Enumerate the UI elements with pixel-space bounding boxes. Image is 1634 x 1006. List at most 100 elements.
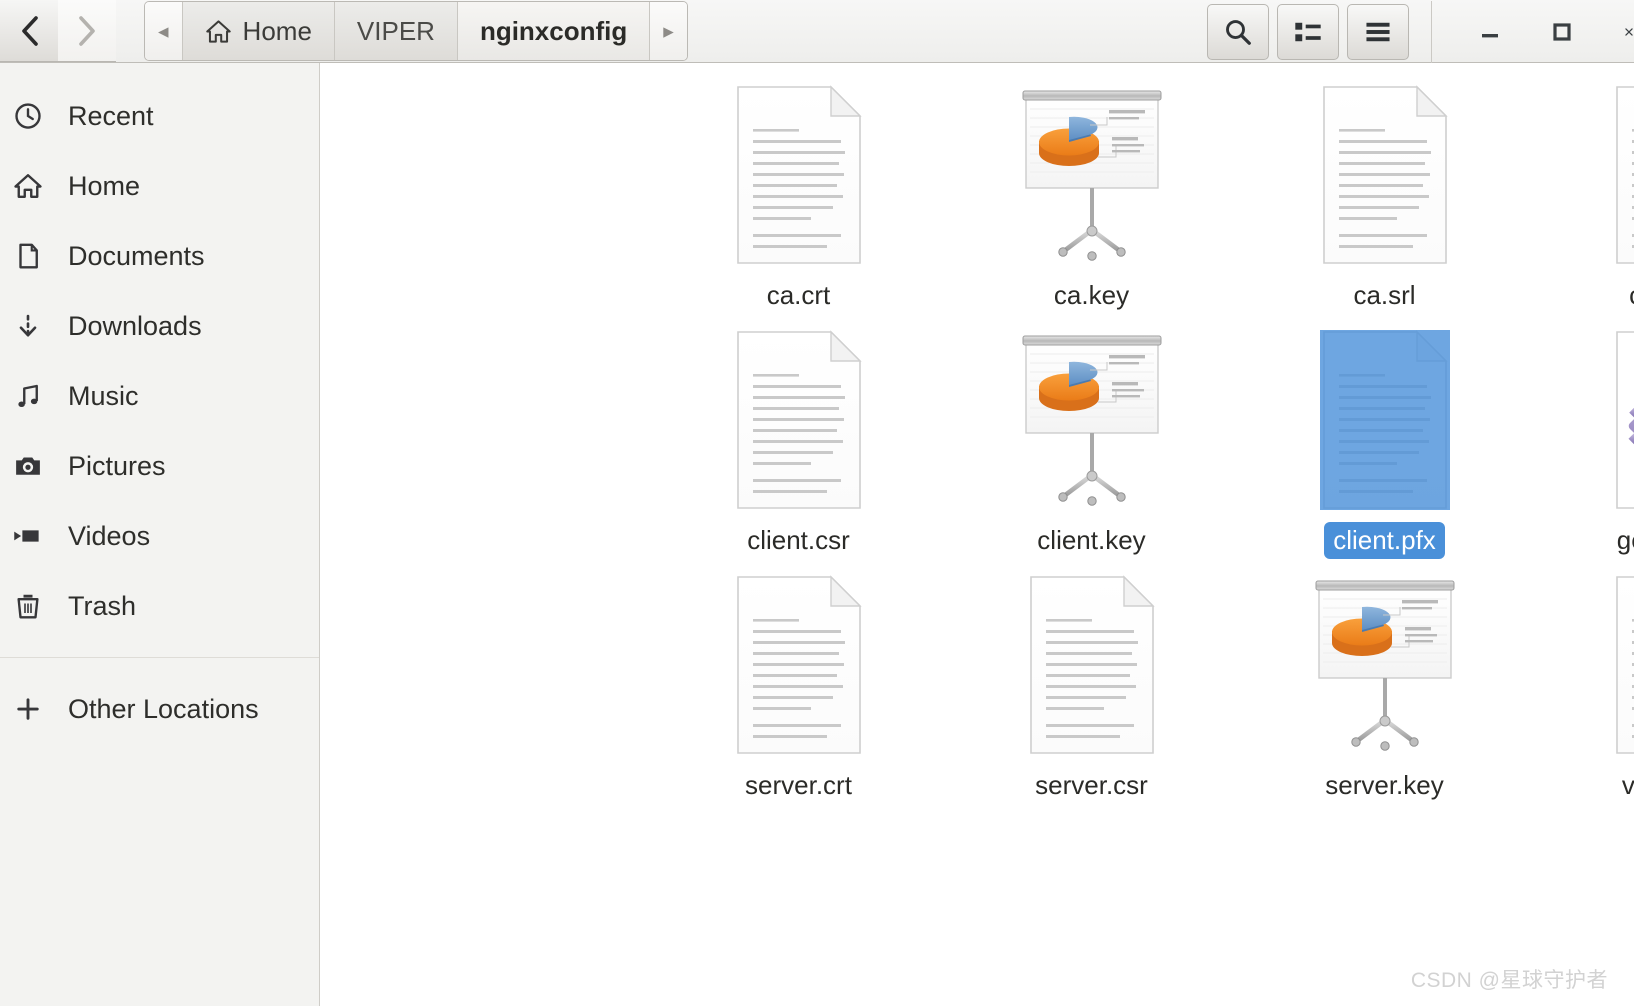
sidebar-item-other-locations[interactable]: Other Locations [0, 674, 319, 744]
main-menu-button[interactable] [1347, 3, 1409, 60]
minimize-icon [1482, 33, 1498, 37]
sidebar-item-label: Recent [68, 100, 154, 131]
home-icon [8, 171, 48, 201]
chevron-right-icon [79, 15, 95, 46]
sidebar-item-label: Other Locations [68, 693, 259, 724]
file-icon [1320, 85, 1450, 265]
search-button[interactable] [1207, 3, 1269, 60]
video-icon [8, 521, 48, 551]
sidebar-item-label: Trash [68, 590, 137, 621]
file-label: gencert.sh [1616, 525, 1634, 555]
watermark: CSDN @星球守护者 [1410, 969, 1608, 992]
breadcrumb-item-home[interactable]: Home [182, 2, 335, 60]
file-label: client.csr [747, 525, 850, 555]
file-label: server.crt [745, 770, 852, 800]
sidebar-divider [0, 657, 319, 658]
file-item[interactable]: ca.key [945, 85, 1238, 330]
view-options-button[interactable] [1277, 3, 1339, 60]
minimize-button[interactable] [1454, 1, 1526, 63]
file-manager-window: ◂ Home VIPER nginxconfig ▸ Recent Home D… [0, 0, 1634, 1006]
search-icon [1226, 19, 1251, 45]
file-label: ca.crt [766, 280, 831, 310]
header-right-group [1207, 0, 1634, 63]
view-list-icon [1295, 22, 1321, 41]
file-icon [734, 330, 864, 510]
sidebar-item-pictures[interactable]: Pictures [0, 431, 319, 501]
file-item[interactable]: client.pfx [1238, 330, 1531, 575]
breadcrumb-label: Home [242, 15, 312, 46]
file-item[interactable]: client.key [945, 330, 1238, 575]
document-icon [8, 241, 48, 271]
file-icon [1613, 330, 1634, 510]
clock-icon [8, 101, 48, 131]
sidebar-item-label: Downloads [68, 310, 202, 341]
selection-overlay [1319, 330, 1450, 510]
file-label: client.key [1037, 525, 1146, 555]
navigation-button-group [0, 0, 116, 62]
text-document-icon [736, 85, 862, 264]
breadcrumb-scroll-left[interactable]: ◂ [145, 2, 183, 60]
header-divider [1431, 0, 1432, 63]
file-icon [1012, 85, 1172, 265]
sidebar-item-label: Videos [68, 520, 151, 551]
sidebar-item-documents[interactable]: Documents [0, 221, 319, 291]
file-item[interactable]: client.csr [652, 330, 945, 575]
presentation-icon [1315, 580, 1454, 751]
file-icon [1027, 575, 1157, 755]
close-button[interactable] [1598, 1, 1634, 63]
file-item[interactable]: viper.conf [1531, 575, 1634, 820]
file-item[interactable]: gencert.sh [1531, 330, 1634, 575]
text-document-icon [1615, 576, 1634, 754]
file-icon [734, 85, 864, 265]
file-grid: ca.crt ca.key ca.srl client.csr client.k… [320, 63, 1634, 820]
file-item[interactable]: ca.crt [652, 85, 945, 330]
back-button[interactable] [0, 0, 58, 62]
file-icon [1319, 330, 1450, 510]
file-icon [1613, 575, 1634, 755]
forward-button[interactable] [58, 0, 116, 62]
music-note-icon [8, 381, 48, 411]
sidebar-item-label: Music [68, 380, 139, 411]
file-item[interactable]: client.crt [1531, 85, 1634, 330]
text-document-icon [736, 330, 862, 509]
file-item[interactable]: server.crt [652, 575, 945, 820]
home-icon [205, 19, 231, 43]
breadcrumb-item-viper[interactable]: VIPER [334, 2, 458, 60]
header-bar: ◂ Home VIPER nginxconfig ▸ [0, 0, 1634, 63]
sidebar-item-music[interactable]: Music [0, 361, 319, 431]
breadcrumb-item-nginxconfig[interactable]: nginxconfig [457, 2, 651, 60]
file-icon [734, 575, 864, 755]
file-icon [1012, 330, 1172, 510]
sidebar-item-videos[interactable]: Videos [0, 501, 319, 571]
sidebar-item-label: Documents [68, 240, 205, 271]
download-icon [8, 311, 48, 341]
breadcrumb-scroll-right[interactable]: ▸ [650, 2, 687, 60]
sidebar: Recent Home Documents Downloads Music Pi… [0, 63, 320, 1006]
breadcrumb: ◂ Home VIPER nginxconfig ▸ [144, 1, 688, 61]
sidebar-item-label: Pictures [68, 450, 166, 481]
sidebar-item-label: Home [68, 170, 141, 201]
breadcrumb-label: nginxconfig [479, 15, 628, 46]
file-item[interactable]: server.csr [945, 575, 1238, 820]
camera-icon [8, 451, 48, 481]
chevron-left-icon [22, 15, 38, 46]
file-icon [1613, 85, 1634, 265]
text-document-icon [736, 575, 862, 754]
sidebar-item-trash[interactable]: Trash [0, 571, 319, 641]
maximize-button[interactable] [1526, 1, 1598, 63]
presentation-icon [1022, 335, 1161, 506]
file-item[interactable]: server.key [1238, 575, 1531, 820]
file-label: viper.conf [1621, 770, 1634, 800]
file-icon [1305, 575, 1465, 755]
sidebar-item-recent[interactable]: Recent [0, 81, 319, 151]
close-icon [1625, 27, 1633, 36]
file-label: server.key [1325, 770, 1444, 800]
window-body: Recent Home Documents Downloads Music Pi… [0, 63, 1634, 1006]
file-item[interactable]: ca.srl [1238, 85, 1531, 330]
file-label: ca.key [1053, 280, 1130, 310]
file-grid-area[interactable]: ca.crt ca.key ca.srl client.csr client.k… [320, 63, 1634, 1006]
sidebar-item-downloads[interactable]: Downloads [0, 291, 319, 361]
file-label: ca.srl [1353, 280, 1416, 310]
sidebar-item-home[interactable]: Home [0, 151, 319, 221]
triangle-left-icon: ◂ [158, 19, 169, 43]
